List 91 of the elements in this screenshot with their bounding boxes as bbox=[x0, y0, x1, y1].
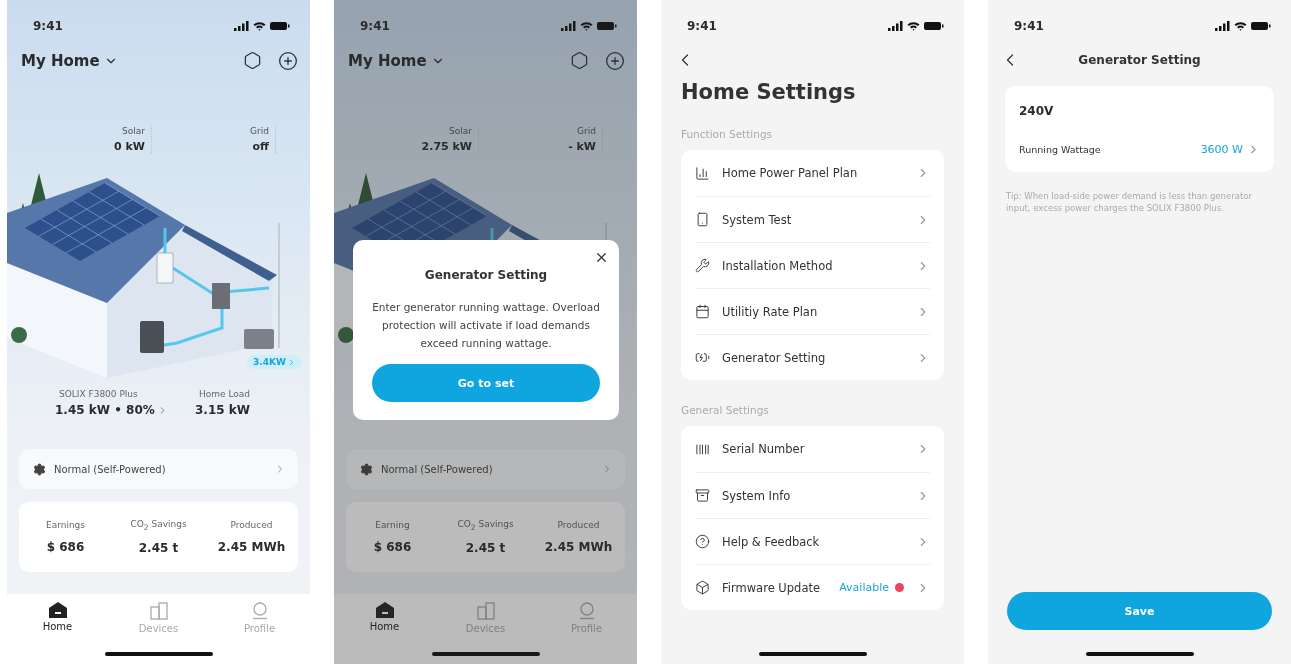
section-heading: General Settings bbox=[681, 404, 770, 416]
help-icon bbox=[695, 534, 710, 549]
status-time: 9:41 bbox=[360, 19, 390, 33]
settings-row[interactable]: Home Power Panel Plan bbox=[695, 150, 930, 196]
battery-icon bbox=[270, 21, 290, 31]
hexagon-icon bbox=[570, 51, 589, 70]
signal-icon bbox=[234, 21, 249, 31]
update-status: Available bbox=[839, 581, 889, 594]
bar-chart-icon bbox=[695, 165, 710, 181]
nav-tab[interactable]: Home bbox=[22, 602, 93, 634]
flow-label: Grid bbox=[577, 126, 596, 136]
flow-label: Solar bbox=[449, 126, 472, 136]
summary-value: 2.45 MWh bbox=[217, 540, 286, 554]
signal-icon bbox=[888, 21, 903, 31]
summary-value: 2.45 MWh bbox=[544, 540, 613, 554]
profile-icon bbox=[577, 602, 596, 620]
signal-icon bbox=[561, 21, 576, 31]
charging-icon bbox=[695, 350, 710, 365]
nav-tab[interactable]: Home bbox=[349, 602, 420, 634]
flow-value: 2.75 kW bbox=[421, 140, 472, 153]
summary-label: CO$_{2}$ Savings bbox=[457, 518, 514, 532]
flow-label: Solar bbox=[122, 126, 145, 136]
add-button[interactable] bbox=[605, 51, 625, 71]
calendar-icon bbox=[695, 304, 710, 319]
stat-value: 1.45 kW • 80% bbox=[55, 403, 155, 417]
cube-icon bbox=[695, 580, 710, 595]
archive-icon bbox=[695, 488, 710, 503]
home-icon bbox=[48, 602, 67, 618]
device-icon bbox=[695, 212, 710, 227]
settings-row[interactable]: System Test bbox=[695, 196, 930, 242]
summary-label: Earnings bbox=[45, 520, 86, 530]
plus-icon bbox=[605, 51, 625, 71]
battery-icon bbox=[597, 21, 617, 31]
plus-icon bbox=[278, 51, 298, 71]
home-selector[interactable]: My Home bbox=[21, 52, 118, 70]
status-time: 9:41 bbox=[687, 19, 717, 33]
summary-value: $ 686 bbox=[46, 540, 85, 554]
battery-icon bbox=[924, 21, 944, 31]
flow-label: Grid bbox=[250, 126, 269, 136]
summary-label: Earning bbox=[375, 520, 410, 530]
section-heading: Function Settings bbox=[681, 128, 774, 140]
wifi-icon bbox=[580, 21, 593, 31]
stat-value: 3.15 kW bbox=[195, 403, 250, 417]
close-button[interactable] bbox=[594, 250, 609, 265]
settings-row[interactable]: Serial Number bbox=[695, 426, 930, 472]
wattage-value: 3600 W bbox=[1200, 142, 1243, 156]
voltage-label: 240V bbox=[1019, 104, 1055, 118]
summary-value: $ 686 bbox=[373, 540, 412, 554]
settings-row[interactable]: Utilitiy Rate Plan bbox=[695, 288, 930, 334]
mode-button[interactable]: Normal (Self-Powered) bbox=[19, 449, 298, 489]
flow-value: - kW bbox=[568, 140, 596, 153]
home-icon bbox=[375, 602, 394, 618]
settings-row[interactable]: Installation Method bbox=[695, 242, 930, 288]
gear-icon bbox=[360, 462, 373, 476]
wifi-icon bbox=[253, 21, 266, 31]
tip-text: Tip: When load-side power demand is less than generator input, excess power charges the SOLIX F3800 Plus. bbox=[1006, 190, 1253, 214]
settings-row[interactable]: System Info bbox=[695, 472, 930, 518]
devices-icon bbox=[149, 602, 168, 620]
add-button[interactable] bbox=[278, 51, 298, 71]
battery-icon bbox=[1251, 21, 1271, 31]
home-selector[interactable]: My Home bbox=[348, 52, 445, 70]
wifi-icon bbox=[1234, 21, 1247, 31]
wifi-icon bbox=[907, 21, 920, 31]
flow-value: off bbox=[252, 140, 269, 153]
settings-button[interactable] bbox=[243, 51, 262, 71]
summary-label: Produced bbox=[230, 520, 273, 530]
barcode-icon bbox=[695, 441, 710, 457]
wrench-icon bbox=[695, 258, 710, 273]
settings-row[interactable]: Generator Setting bbox=[695, 334, 930, 380]
gear-icon bbox=[33, 462, 46, 476]
hexagon-icon bbox=[243, 51, 262, 70]
summary-label: Produced bbox=[557, 520, 600, 530]
wattage-row[interactable]: Running Wattage 3600 W bbox=[1019, 132, 1260, 166]
status-time: 9:41 bbox=[33, 19, 63, 33]
page-title: Generator Setting bbox=[1077, 53, 1202, 67]
summary-value: 2.45 t bbox=[138, 541, 179, 556]
profile-icon bbox=[250, 602, 269, 620]
settings-row[interactable]: Help & Feedback bbox=[695, 518, 930, 564]
flow-value: 0 kW bbox=[114, 140, 145, 153]
settings-button[interactable] bbox=[570, 51, 589, 71]
stat-label: Home Load bbox=[198, 389, 251, 399]
settings-row[interactable]: Firmware Update Available bbox=[695, 564, 930, 610]
dialog-title: Generator Setting bbox=[424, 268, 548, 282]
status-time: 9:41 bbox=[1014, 19, 1044, 33]
summary-value: 2.45 t bbox=[465, 541, 506, 556]
dialog-message: Enter generator running wattage. Overload protection will activate if load demands exceed running wattage. bbox=[371, 300, 601, 351]
page-title: Home Settings bbox=[681, 80, 857, 104]
summary-label: CO$_{2}$ Savings bbox=[130, 518, 187, 532]
stat-label: SOLIX F3800 Plus bbox=[58, 389, 138, 399]
signal-icon bbox=[1215, 21, 1230, 31]
devices-icon bbox=[476, 602, 495, 620]
